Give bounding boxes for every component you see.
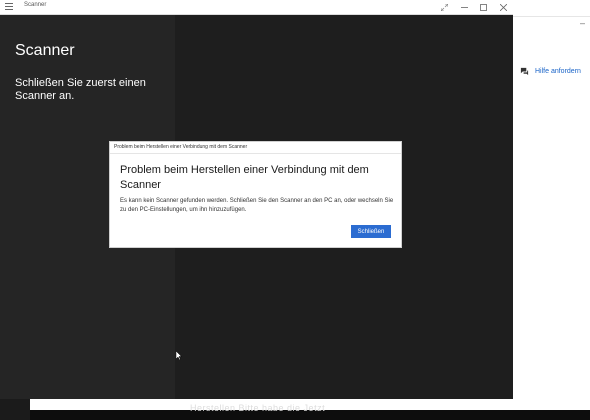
close-icon[interactable] bbox=[496, 1, 510, 13]
error-dialog: Problem beim Herstellen einer Verbindung… bbox=[110, 142, 401, 247]
expand-icon[interactable] bbox=[437, 1, 451, 13]
dialog-message: Es kann kein Scanner gefunden werden. Sc… bbox=[120, 198, 394, 213]
maximize-icon[interactable] bbox=[476, 1, 490, 13]
page-title: Scanner bbox=[15, 42, 75, 59]
dialog-heading: Problem beim Herstellen einer Verbindung… bbox=[120, 164, 369, 191]
minimize-icon[interactable]: – bbox=[580, 18, 585, 28]
minimize-icon[interactable] bbox=[457, 1, 471, 13]
no-scanner-message: Schließen Sie zuerst einen Scanner an. bbox=[15, 77, 146, 102]
window-title: Scanner bbox=[24, 2, 47, 8]
background-edge bbox=[0, 398, 30, 420]
hamburger-icon[interactable] bbox=[5, 3, 13, 10]
dialog-title: Problem beim Herstellen einer Verbindung… bbox=[114, 144, 248, 150]
help-link[interactable]: Hilfe anfordern bbox=[520, 67, 581, 76]
dialog-titlebar: Problem beim Herstellen einer Verbindung… bbox=[110, 142, 401, 154]
app-titlebar: Scanner bbox=[0, 0, 513, 15]
help-link-label: Hilfe anfordern bbox=[535, 68, 581, 75]
close-dialog-button[interactable]: Schließen bbox=[351, 225, 391, 238]
mouse-cursor-icon bbox=[176, 351, 182, 360]
background-titlebar bbox=[513, 0, 590, 17]
chat-help-icon bbox=[520, 67, 529, 76]
partial-background-text: Herstellen Bitte habe die Jetzt bbox=[190, 403, 326, 413]
